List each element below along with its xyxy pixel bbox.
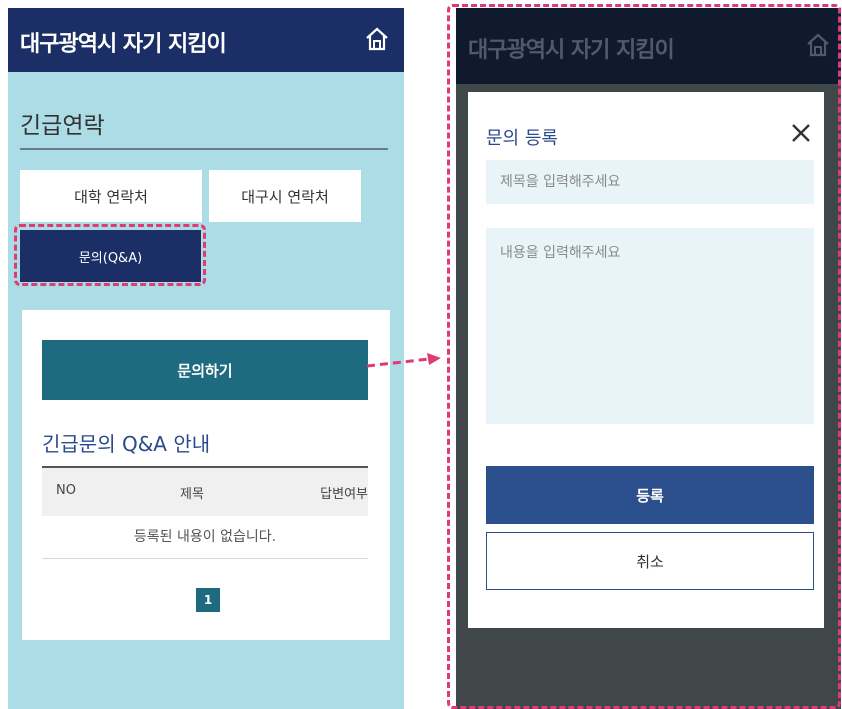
- section-divider: [20, 148, 388, 150]
- home-icon[interactable]: [364, 26, 390, 52]
- empty-table-message: 등록된 내용이 없습니다.: [42, 514, 368, 559]
- section-title: 긴급연락: [20, 113, 105, 139]
- left-screen: 대구광역시 자기 지킴이 긴급연락 대학 연락처 대구시 연락처 문의(Q&A)…: [8, 8, 404, 709]
- qa-card: 문의하기 긴급문의 Q&A 안내 NO 제목 답변여부 등록된 내용이 없습니다…: [22, 310, 390, 640]
- column-header-title: 제목: [180, 487, 204, 502]
- pagination-page-button[interactable]: 1: [196, 588, 220, 612]
- app-title: 대구광역시 자기 지킴이: [20, 32, 227, 57]
- tab-city-contacts[interactable]: 대구시 연락처: [209, 170, 361, 222]
- tab-university-contacts[interactable]: 대학 연락처: [20, 170, 202, 222]
- column-header-answer-status: 답변여부: [320, 487, 368, 502]
- qa-section-title: 긴급문의 Q&A 안내: [42, 432, 211, 456]
- highlight-box-qa: [14, 224, 206, 286]
- table-header: NO 제목 답변여부: [42, 466, 368, 516]
- transition-arrow-icon: [366, 353, 441, 368]
- highlight-box-modal-screen: [447, 4, 841, 709]
- ask-question-button[interactable]: 문의하기: [42, 340, 368, 400]
- app-header: 대구광역시 자기 지킴이: [8, 8, 404, 72]
- column-header-no: NO: [56, 483, 76, 498]
